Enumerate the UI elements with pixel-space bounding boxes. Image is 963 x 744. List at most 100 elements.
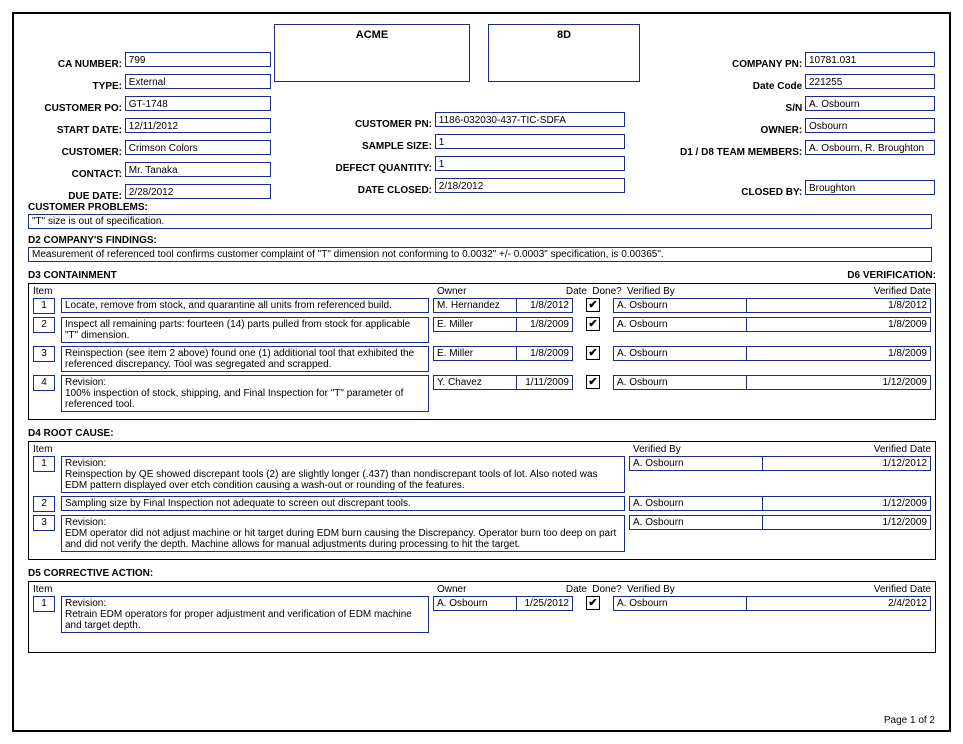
d3-h-item: Item xyxy=(33,286,63,297)
d3-h-owner: Owner xyxy=(437,286,527,297)
checkbox-icon: ✔ xyxy=(586,298,600,312)
fld-type: External xyxy=(125,74,271,89)
row-date: 1/8/2009 xyxy=(517,317,573,332)
row-date: 1/8/2012 xyxy=(517,298,573,313)
d3-title: D3 CONTAINMENT xyxy=(28,270,117,281)
row-desc: Reinspection (see item 2 above) found on… xyxy=(61,346,429,372)
row-vdate: 1/12/2012 xyxy=(763,456,931,471)
row-done-wrap: ✔ xyxy=(573,346,613,360)
table-row: 1Revision: Reinspection by QE showed dis… xyxy=(33,456,931,493)
row-owner: A. Osbourn xyxy=(433,596,517,611)
top-mid-block: CUSTOMER PN: 1186-032030-437-TIC-SDFA SA… xyxy=(324,112,625,200)
checkbox-icon: ✔ xyxy=(586,346,600,360)
fld-team: A. Osbourn, R. Broughton xyxy=(805,140,935,155)
header-8d-box: 8D xyxy=(488,24,640,82)
d4-table: Item Verified By Verified Date 1Revision… xyxy=(28,441,936,560)
fld-datecode: 221255 xyxy=(805,74,935,89)
fld-cust-pn: 1186-032030-437-TIC-SDFA xyxy=(435,112,625,127)
d3-h-vby: Verified By xyxy=(627,286,767,297)
d4-h-item: Item xyxy=(33,444,63,455)
lbl-contact: CONTACT: xyxy=(28,169,122,180)
lbl-dateclosed: DATE CLOSED: xyxy=(324,185,432,196)
d5-h-vdate: Verified Date xyxy=(767,584,931,595)
d4-title: D4 ROOT CAUSE: xyxy=(28,428,936,439)
row-vby: A. Osbourn xyxy=(629,515,763,530)
lbl-customer: CUSTOMER: xyxy=(28,147,122,158)
row-done-wrap: ✔ xyxy=(573,596,613,610)
row-done-wrap: ✔ xyxy=(573,375,613,389)
fld-ca-number: 799 xyxy=(125,52,271,67)
fld-dateclosed: 2/18/2012 xyxy=(435,178,625,193)
lbl-company-pn: COMPANY PN: xyxy=(732,59,802,70)
row-vby: A. Osbourn xyxy=(613,346,747,361)
row-desc: Locate, remove from stock, and quarantin… xyxy=(61,298,429,313)
lbl-start: START DATE: xyxy=(28,125,122,136)
sec-findings-title: D2 COMPANY'S FINDINGS: xyxy=(28,235,936,246)
sec-problems: "T" size is out of specification. xyxy=(28,214,932,229)
row-desc: Revision: Retrain EDM operators for prop… xyxy=(61,596,429,633)
lbl-cust-pn: CUSTOMER PN: xyxy=(324,119,432,130)
row-num: 2 xyxy=(33,317,55,333)
row-num: 1 xyxy=(33,298,55,314)
row-desc: Sampling size by Final Inspection not ad… xyxy=(61,496,625,511)
row-num: 2 xyxy=(33,496,55,512)
table-row: 4 Revision: 100% inspection of stock, shi… xyxy=(33,375,931,412)
d5-h-owner: Owner xyxy=(437,584,527,595)
row-vby: A. Osbourn xyxy=(629,496,763,511)
fld-closedby: Broughton xyxy=(805,180,935,195)
row-vdate: 1/12/2009 xyxy=(763,496,931,511)
lbl-sn: S/N xyxy=(786,103,803,114)
row-desc: Revision: Reinspection by QE showed disc… xyxy=(61,456,625,493)
d3-h-done: Done? xyxy=(587,286,627,297)
lbl-cust-po: CUSTOMER PO: xyxy=(28,103,122,114)
table-row: 1 Revision: Retrain EDM operators for pro… xyxy=(33,596,931,633)
top-left-block: CA NUMBER: 799 TYPE: External CUSTOMER P… xyxy=(28,52,271,206)
row-vby: A. Osbourn xyxy=(613,298,747,313)
lbl-ca-number: CA NUMBER: xyxy=(28,59,122,70)
row-num: 3 xyxy=(33,346,55,362)
lbl-owner: OWNER: xyxy=(761,125,803,136)
row-num: 3 xyxy=(33,515,55,531)
table-row: 2 Sampling size by Final Inspection not a… xyxy=(33,496,931,512)
row-date: 1/11/2009 xyxy=(517,375,573,390)
lbl-datecode: Date Code xyxy=(753,81,802,92)
d5-table: Item Owner Date Done? Verified By Verifi… xyxy=(28,581,936,653)
table-row: 2 Inspect all remaining parts: fourteen (… xyxy=(33,317,931,343)
checkbox-icon: ✔ xyxy=(586,596,600,610)
row-done-wrap: ✔ xyxy=(573,298,613,312)
d5-h-item: Item xyxy=(33,584,63,595)
row-vby: A. Osbourn xyxy=(613,596,747,611)
row-desc: Inspect all remaining parts: fourteen (1… xyxy=(61,317,429,343)
d3-table: Item Owner Date Done? Verified By Verifi… xyxy=(28,283,936,420)
d5-h-vby: Verified By xyxy=(627,584,767,595)
fld-customer: Crimson Colors xyxy=(125,140,271,155)
row-desc: Revision: 100% inspection of stock, ship… xyxy=(61,375,429,412)
d6-title: D6 VERIFICATION: xyxy=(847,270,936,281)
row-num: 4 xyxy=(33,375,55,391)
table-row: 3 Reinspection (see item 2 above) found o… xyxy=(33,346,931,372)
fld-start: 12/11/2012 xyxy=(125,118,271,133)
row-num: 1 xyxy=(33,596,55,612)
lbl-defect: DEFECT QUANTITY: xyxy=(324,163,432,174)
row-owner: E. Miller xyxy=(433,317,517,332)
lbl-team: D1 / D8 TEAM MEMBERS: xyxy=(680,147,802,158)
d3-h-date: Date xyxy=(527,286,587,297)
d4-h-vby: Verified By xyxy=(633,444,773,455)
fld-contact: Mr. Tanaka xyxy=(125,162,271,177)
row-date: 1/25/2012 xyxy=(517,596,573,611)
fld-owner: Osbourn xyxy=(805,118,935,133)
top-right-block: COMPANY PN: 10781.031 Date Code 221255 S… xyxy=(680,52,935,202)
row-vdate: 1/8/2012 xyxy=(747,298,931,313)
row-vdate: 1/12/2009 xyxy=(747,375,931,390)
d4-h-vdate: Verified Date xyxy=(773,444,931,455)
body: CUSTOMER PROBLEMS: "T" size is out of sp… xyxy=(28,196,936,653)
sec-problems-title: CUSTOMER PROBLEMS: xyxy=(28,202,936,213)
d3-h-vdate: Verified Date xyxy=(767,286,931,297)
lbl-sample: SAMPLE SIZE: xyxy=(324,141,432,152)
d5-h-done: Done? xyxy=(587,584,627,595)
fld-sample: 1 xyxy=(435,134,625,149)
row-done-wrap: ✔ xyxy=(573,317,613,331)
page-footer: Page 1 of 2 xyxy=(884,715,935,726)
fld-company-pn: 10781.031 xyxy=(805,52,935,67)
table-row: 1 Locate, remove from stock, and quaranti… xyxy=(33,298,931,314)
